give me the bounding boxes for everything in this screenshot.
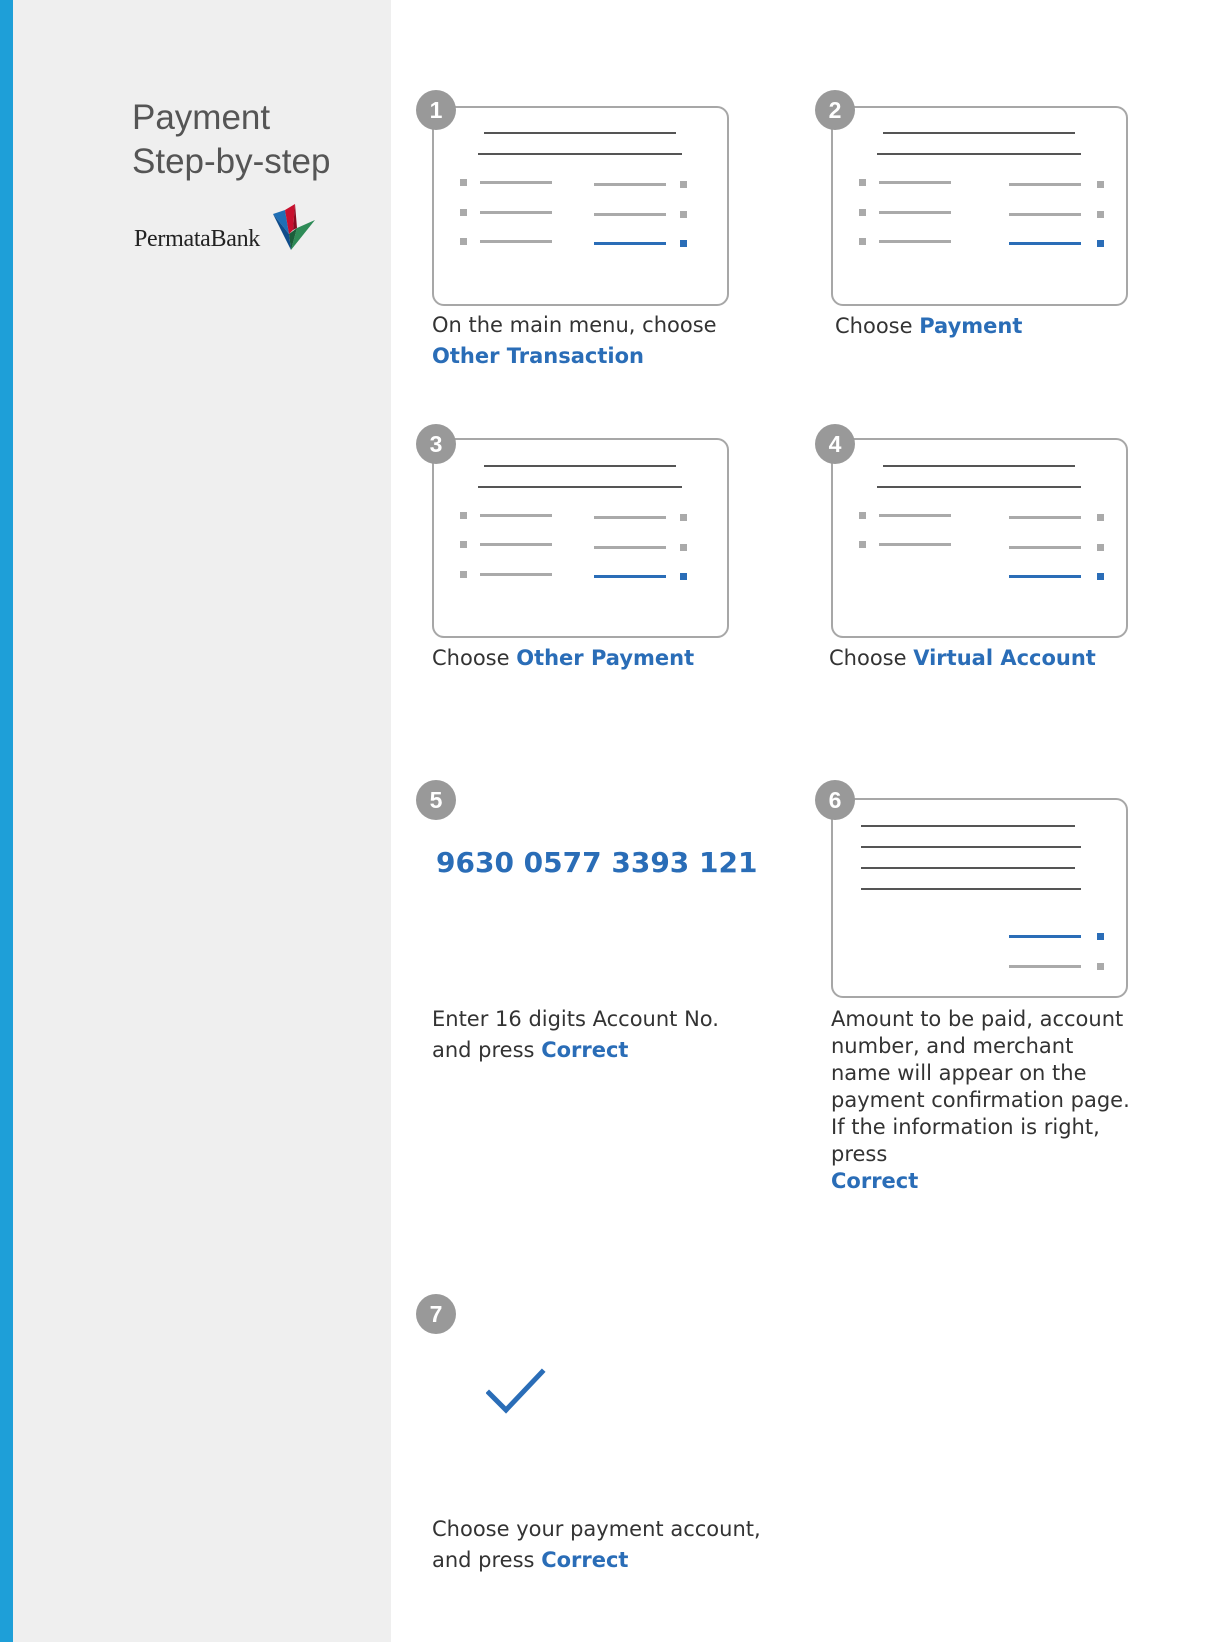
step-6-badge: 6 [815, 780, 855, 820]
step-1-caption: On the main menu, choose Other Transacti… [432, 313, 717, 368]
page-title-line1: Payment [132, 98, 271, 137]
checkmark-icon [486, 1368, 546, 1414]
step-1-badge: 1 [416, 90, 456, 130]
step-6-screen [831, 798, 1128, 998]
other-transaction-label: Other Transaction [432, 344, 644, 368]
virtual-account-label: Virtual Account [913, 646, 1096, 670]
step-7-caption: Choose your payment account, and press C… [432, 1517, 761, 1572]
other-payment-label: Other Payment [516, 646, 695, 670]
payment-label: Payment [919, 314, 1023, 338]
step-4-caption: Choose Virtual Account [829, 646, 1096, 670]
virtual-account-number: 9630 0577 3393 121 [436, 846, 758, 879]
page-title-line2: Step-by-step [132, 142, 331, 181]
step-2-caption: Choose Payment [835, 314, 1023, 338]
step-5-caption: Enter 16 digits Account No. and press Co… [432, 1007, 719, 1062]
page-title: Payment Step-by-step [132, 96, 330, 184]
permata-gem-icon [273, 204, 315, 250]
step-2-badge: 2 [815, 90, 855, 130]
accent-bar [0, 0, 13, 1642]
step-6-caption: Amount to be paid, account number, and m… [831, 1007, 1130, 1193]
step-3-badge: 3 [416, 424, 456, 464]
step-3-screen [432, 438, 729, 638]
step-7-badge: 7 [416, 1294, 456, 1334]
step-4-screen [831, 438, 1128, 638]
step-1-screen [432, 106, 729, 306]
correct-label-step-7: Correct [541, 1548, 629, 1572]
step-4-badge: 4 [815, 424, 855, 464]
step-5-badge: 5 [416, 780, 456, 820]
step-3-caption: Choose Other Payment [432, 646, 695, 670]
correct-label-step-6: Correct [831, 1169, 919, 1193]
step-2-screen [831, 106, 1128, 306]
logo-text: PermataBank [134, 226, 260, 252]
correct-label-step-5: Correct [541, 1038, 629, 1062]
